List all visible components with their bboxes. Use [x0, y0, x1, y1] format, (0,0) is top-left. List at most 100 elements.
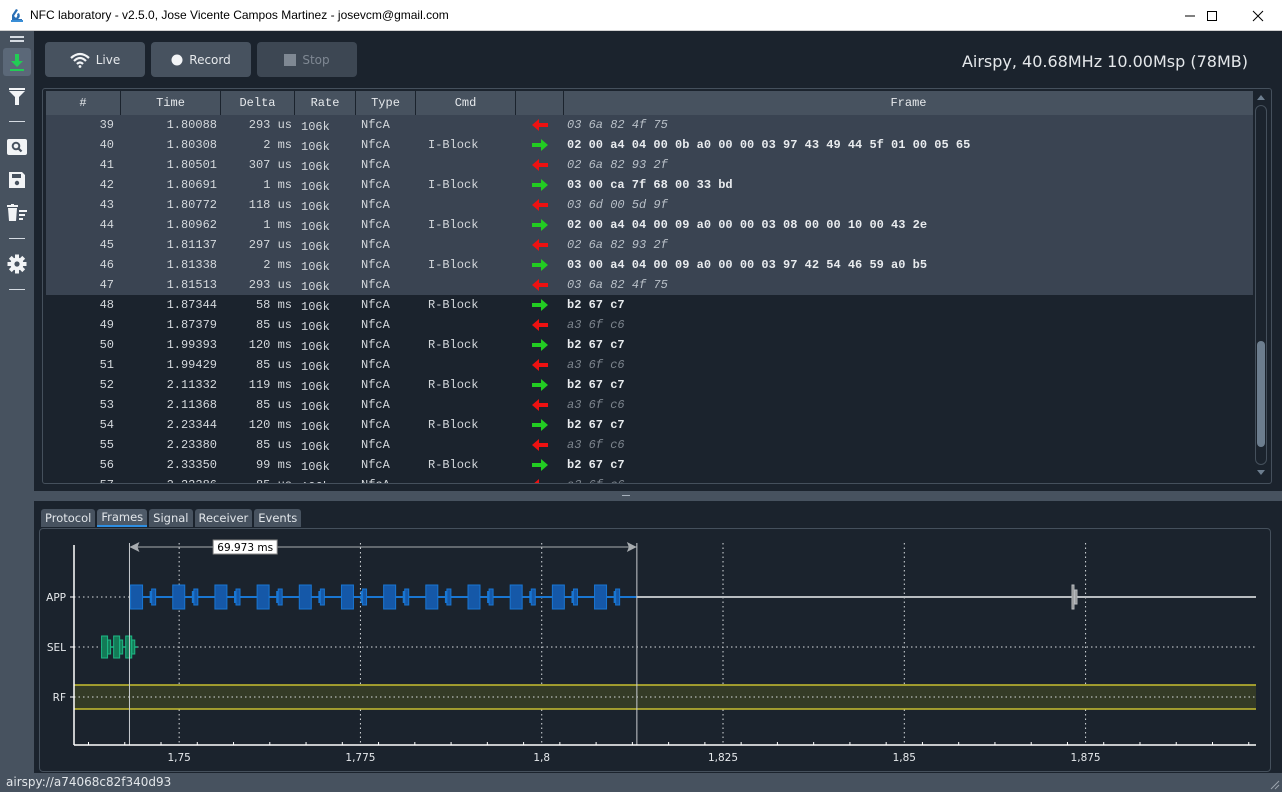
close-button[interactable]	[1235, 0, 1281, 31]
row-cmd: R-Block	[428, 338, 479, 352]
column-header-delta[interactable]: Delta	[221, 91, 295, 115]
table-row[interactable]: 46 1.81338 2 ms 106k NfcA I-Block 03 00 a4 04 …	[46, 255, 1253, 275]
table-row[interactable]: 572.3338685 us106kNfcA a3 6f c6	[46, 475, 1253, 483]
table-row[interactable]: 39 1.80088 293 us 106k NfcA 03 6a 82 4f 75	[46, 115, 1253, 135]
row-frame: 03 6d 00 5d 9f	[567, 198, 668, 212]
table-row[interactable]: 47 1.81513 293 us 106k NfcA 03 6a 82 4f 75	[46, 275, 1253, 295]
row-type: NfcA	[361, 258, 390, 272]
app-frame-response	[488, 588, 494, 606]
stop-icon	[284, 53, 297, 66]
stop-button[interactable]: Stop	[257, 42, 357, 77]
scroll-thumb[interactable]	[1257, 341, 1265, 447]
column-header-type[interactable]: Type	[356, 91, 416, 115]
row-type: NfcA	[361, 418, 390, 432]
table-row[interactable]: 55 2.23380 85 us 106k NfcA a3 6f c6	[46, 435, 1253, 455]
sidebar-download-button[interactable]	[3, 48, 31, 76]
table-row[interactable]: 53 2.11368 85 us 106k NfcA a3 6f c6	[46, 395, 1253, 415]
app-frame-response	[446, 588, 452, 606]
row-rate: 106k	[301, 219, 330, 234]
idle-frame-marker	[1074, 589, 1078, 605]
device-status: Airspy, 40.68MHz 10.00Msp (78MB)	[961, 52, 1248, 71]
row-delta: 85 us	[255, 358, 292, 372]
row-time: 1.80501	[166, 158, 217, 172]
row-type: NfcA	[361, 358, 390, 372]
arrow-left-icon	[516, 475, 564, 483]
table-row[interactable]: 51 1.99429 85 us 106k NfcA a3 6f c6	[46, 355, 1253, 375]
vertical-scrollbar[interactable]	[1254, 91, 1268, 481]
table-row[interactable]: 43 1.80772 118 us 106k NfcA 03 6d 00 5d 9f	[46, 195, 1253, 215]
row-delta: 297 us	[248, 238, 292, 252]
sidebar-settings-button[interactable]	[3, 250, 31, 278]
row-rate: 106k	[301, 259, 330, 274]
tab-frames[interactable]: Frames	[97, 509, 148, 527]
frames-table: # Time Delta Rate Type Cmd Frame 39 1.800…	[42, 88, 1272, 484]
frames-timeline-plot[interactable]: APP SEL RF 69.973 ms 1,75 1,775 1,8 1,825 1,85…	[40, 529, 1272, 773]
row-cmd: I-Block	[428, 138, 479, 152]
title-bar: NFC laboratory - v2.5.0, Jose Vicente Ca…	[0, 0, 1282, 31]
tab-protocol[interactable]: Protocol	[41, 509, 96, 527]
row-frame: b2 67 c7	[567, 298, 625, 312]
sidebar-filter-button[interactable]	[3, 82, 31, 110]
row-frame: b2 67 c7	[567, 418, 625, 432]
sidebar-save-button[interactable]	[3, 166, 31, 194]
tab-signal[interactable]: Signal	[149, 509, 193, 527]
app-frame-edge	[613, 591, 616, 603]
sidebar-menu-button[interactable]	[3, 31, 31, 47]
row-cmd	[416, 275, 516, 295]
idle-frame-marker	[1071, 584, 1075, 610]
row-frame: b2 67 c7	[567, 378, 625, 392]
tab-events[interactable]: Events	[254, 509, 302, 527]
table-row[interactable]: 42 1.80691 1 ms 106k NfcA I-Block 03 00 ca 7f …	[46, 175, 1253, 195]
resize-grip-icon[interactable]	[1268, 778, 1280, 790]
row-rate: 106k	[301, 179, 330, 194]
app-frame-edge	[318, 591, 321, 603]
row-frame: a3 6f c6	[567, 438, 625, 452]
row-cmd: R-Block	[428, 418, 479, 432]
table-row[interactable]: 50 1.99393 120 ms 106k NfcA R-Block b2 67 c7	[46, 335, 1253, 355]
table-row[interactable]: 40 1.80308 2 ms 106k NfcA I-Block 02 00 a4 04 …	[46, 135, 1253, 155]
row-time: 1.80691	[166, 178, 217, 192]
table-row[interactable]: 44 1.80962 1 ms 106k NfcA I-Block 02 00 a4 04 …	[46, 215, 1253, 235]
sidebar-zoom-button[interactable]	[3, 133, 31, 161]
splitter-grip[interactable]	[622, 495, 630, 496]
maximize-button[interactable]	[1189, 0, 1235, 31]
row-number: 44	[99, 218, 114, 232]
table-row[interactable]: 41 1.80501 307 us 106k NfcA 02 6a 82 93 2f	[46, 155, 1253, 175]
app-frame-response	[362, 588, 368, 606]
row-cmd	[416, 475, 516, 483]
row-delta: 85 us	[255, 438, 292, 452]
table-row[interactable]: 54 2.23344 120 ms 106k NfcA R-Block b2 67 c7	[46, 415, 1253, 435]
panel-splitter[interactable]	[34, 491, 1282, 501]
bottom-panel: Protocol Frames Signal Receiver Events A…	[34, 501, 1282, 773]
live-button[interactable]: Live	[45, 42, 145, 77]
record-button[interactable]: Record	[151, 42, 251, 77]
row-rate: 106k	[301, 379, 330, 394]
selection-marker[interactable]: 69.973 ms	[128, 539, 638, 745]
table-row[interactable]: 49 1.87379 85 us 106k NfcA a3 6f c6	[46, 315, 1253, 335]
column-header-frame[interactable]: Frame	[564, 91, 1253, 115]
sidebar-clear-button[interactable]	[3, 199, 31, 227]
arrow-right-icon	[516, 295, 564, 315]
row-time: 1.81137	[166, 238, 217, 252]
tab-receiver[interactable]: Receiver	[194, 509, 253, 527]
row-number: 39	[99, 118, 114, 132]
frames-timeline[interactable]: APP SEL RF 69.973 ms 1,75 1,775 1,8 1,825 1,85…	[39, 528, 1271, 772]
row-type: NfcA	[361, 218, 390, 232]
close-icon	[1252, 10, 1264, 21]
status-text: airspy://a74068c82f340d93	[6, 775, 172, 789]
scroll-up-icon[interactable]	[1256, 94, 1266, 102]
row-time: 1.80772	[166, 198, 217, 212]
arrow-right-icon	[516, 215, 564, 235]
table-row[interactable]: 48 1.87344 58 ms 106k NfcA R-Block b2 67 c7	[46, 295, 1253, 315]
scroll-down-icon[interactable]	[1256, 469, 1266, 477]
table-row[interactable]: 52 2.11332 119 ms 106k NfcA R-Block b2 67 c7	[46, 375, 1253, 395]
download-icon	[10, 54, 24, 71]
row-cmd	[416, 395, 516, 415]
column-header-cmd[interactable]: Cmd	[416, 91, 516, 115]
table-row[interactable]: 56 2.33350 99 ms 106k NfcA R-Block b2 67 c7	[46, 455, 1253, 475]
table-row[interactable]: 45 1.81137 297 us 106k NfcA 02 6a 82 93 2f	[46, 235, 1253, 255]
column-header-rate[interactable]: Rate	[295, 91, 356, 115]
column-header-direction[interactable]	[516, 91, 564, 115]
column-header-time[interactable]: Time	[121, 91, 221, 115]
column-header-number[interactable]: #	[46, 91, 121, 115]
